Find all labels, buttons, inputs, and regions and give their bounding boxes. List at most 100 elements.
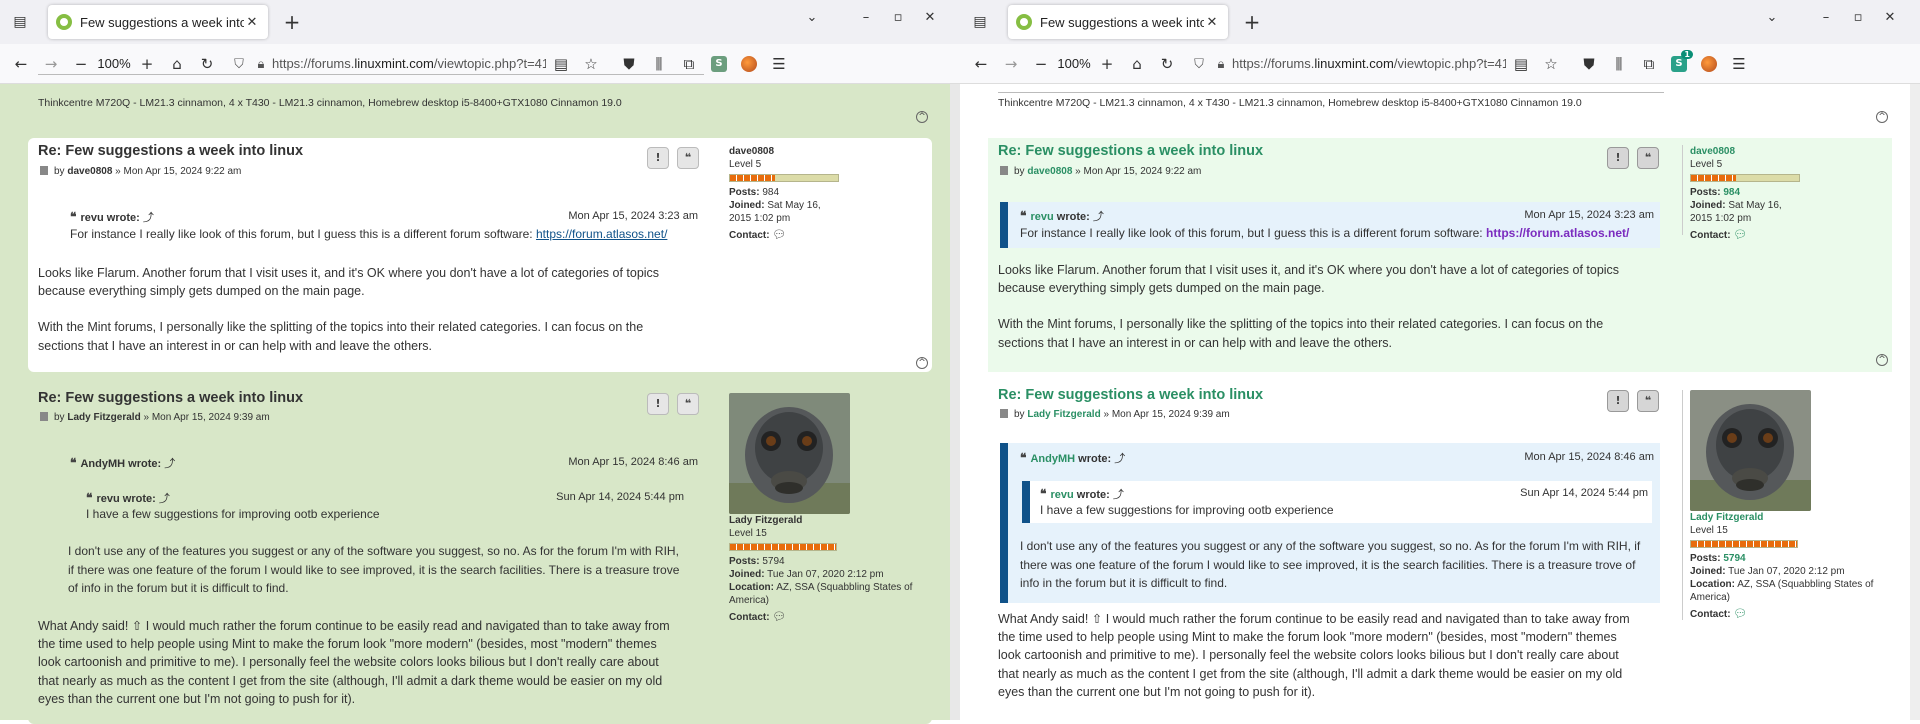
back-to-top-icon[interactable]: ^ xyxy=(1876,354,1888,366)
profile-username[interactable]: dave0808 xyxy=(1690,145,1800,158)
shield-icon[interactable]: ⛉ xyxy=(228,56,250,72)
report-button[interactable]: ! xyxy=(1607,390,1629,412)
post-byline: by Lady Fitzgerald » Mon Apr 15, 2024 9:… xyxy=(40,412,270,423)
tab-active[interactable]: Few suggestions a week into linux ✕ xyxy=(48,5,268,39)
quote-block: ❝ AndyMH wrote: ⤴ Mon Apr 15, 2024 8:46 a… xyxy=(68,456,698,595)
profile-divider xyxy=(1682,390,1683,620)
profile-username[interactable]: Lady Fitzgerald xyxy=(1690,511,1900,524)
back-to-top-icon[interactable]: ^ xyxy=(916,111,928,123)
quote-button[interactable]: ❝ xyxy=(1637,147,1659,169)
contact-chat-icon[interactable]: 💬︎ xyxy=(772,611,786,624)
tab-title: Few suggestions a week into linux xyxy=(1040,14,1204,30)
tab-close-icon[interactable]: ✕ xyxy=(1204,14,1220,30)
linuxmint-favicon-icon xyxy=(56,14,72,30)
report-button[interactable]: ! xyxy=(1607,147,1629,169)
quote-button[interactable]: ❝ xyxy=(1637,390,1659,412)
zoom-out-icon[interactable]: − xyxy=(1026,49,1056,79)
rank-bar xyxy=(729,174,839,182)
maximize-button[interactable]: ▫ xyxy=(882,10,914,25)
shield-icon[interactable]: ⛉ xyxy=(1188,56,1210,72)
close-window-button[interactable]: ✕ xyxy=(914,10,946,25)
post-title[interactable]: Re: Few suggestions a week into linux xyxy=(998,143,1263,159)
rank-fill xyxy=(1691,175,1737,181)
post-body: What Andy said! ⇧ I would much rather th… xyxy=(38,619,670,706)
menu-icon[interactable]: ☰ xyxy=(764,49,794,79)
nested-quote-block: ❝ revu wrote: ⤴ Sun Apr 14, 2024 5:44 pm … xyxy=(86,491,684,521)
back-to-top-icon[interactable]: ^ xyxy=(916,357,928,369)
author-profile: Lady Fitzgerald Level 15 Posts: 5794 Joi… xyxy=(729,514,939,624)
window-controls: ⌄ – ▫ ✕ xyxy=(796,10,946,25)
emu-avatar xyxy=(729,393,850,514)
url-bar[interactable]: ⛉ 🔒︎ https://forums. linuxmint.com/viewto… xyxy=(1188,48,1506,80)
chevron-down-icon[interactable]: ⌄ xyxy=(796,10,828,25)
home-icon[interactable]: ⌂ xyxy=(1122,49,1152,79)
nested-quote-block: ❝ revu wrote: ⤴ Sun Apr 14, 2024 5:44 pm … xyxy=(1022,481,1652,523)
tab-bar: ▤ Few suggestions a week into linux ✕ + … xyxy=(960,0,1920,44)
tab-list-icon[interactable]: ▤ xyxy=(962,4,998,40)
scrollbar-left[interactable] xyxy=(950,84,960,720)
menu-icon[interactable]: ☰ xyxy=(1724,49,1754,79)
profile-divider xyxy=(1682,145,1683,235)
zoom-level[interactable]: 100% xyxy=(96,56,132,71)
zoom-in-icon[interactable]: + xyxy=(1092,49,1122,79)
report-button[interactable]: ! xyxy=(647,147,669,169)
profile-username[interactable]: Lady Fitzgerald xyxy=(729,514,939,527)
tab-close-icon[interactable]: ✕ xyxy=(244,14,260,30)
lock-icon[interactable]: 🔒︎ xyxy=(250,56,272,72)
close-window-button[interactable]: ✕ xyxy=(1874,10,1906,25)
contact-chat-icon[interactable]: 💬︎ xyxy=(1733,608,1747,621)
rank-bar xyxy=(1690,174,1800,182)
atlasos-link[interactable]: https://forum.atlasos.net/ xyxy=(536,227,667,241)
minimize-button[interactable]: – xyxy=(1810,10,1842,25)
tab-title: Few suggestions a week into linux xyxy=(80,14,244,30)
tab-bar: ▤ Few suggestions a week into linux ✕ + … xyxy=(0,0,960,44)
quote-button[interactable]: ❝ xyxy=(677,147,699,169)
contact-chat-icon[interactable]: 💬︎ xyxy=(1733,229,1747,242)
profile-username[interactable]: dave0808 xyxy=(729,145,839,158)
back-to-top-icon[interactable]: ^ xyxy=(1876,111,1888,123)
contact-chat-icon[interactable]: 💬︎ xyxy=(772,229,786,242)
signature-divider xyxy=(38,74,704,75)
author-profile: dave0808 Level 5 Posts: 984 Joined: Sat … xyxy=(729,145,839,242)
tab-list-icon[interactable]: ▤ xyxy=(2,4,38,40)
post-byline: by dave0808 » Mon Apr 15, 2024 9:22 am xyxy=(40,166,241,177)
tab-active[interactable]: Few suggestions a week into linux ✕ xyxy=(1008,5,1228,39)
post-title[interactable]: Re: Few suggestions a week into linux xyxy=(998,387,1263,403)
post-body: Looks like Flarum. Another forum that I … xyxy=(38,266,660,353)
post-body: What Andy said! ⇧ I would much rather th… xyxy=(998,612,1630,699)
bookmark-star-icon[interactable]: ☆ xyxy=(1536,49,1566,79)
quote-block: ❝ revu wrote: ⤴ Mon Apr 15, 2024 3:23 am … xyxy=(70,210,698,241)
author-profile: dave0808 Level 5 Posts: 984 Joined: Sat … xyxy=(1690,145,1800,242)
extension-s-icon[interactable]: S xyxy=(704,49,734,79)
author-profile: Lady Fitzgerald Level 15 Posts: 5794 Joi… xyxy=(1690,511,1900,621)
atlasos-link[interactable]: https://forum.atlasos.net/ xyxy=(1486,226,1629,240)
reader-view-icon[interactable]: ▤ xyxy=(1506,49,1536,79)
report-button[interactable]: ! xyxy=(647,393,669,415)
library-icon[interactable]: ⫼ xyxy=(1604,49,1634,79)
back-icon[interactable]: ← xyxy=(966,49,996,79)
post-title[interactable]: Re: Few suggestions a week into linux xyxy=(38,143,303,159)
back-icon[interactable]: ← xyxy=(6,49,36,79)
window-controls: ⌄ – ▫ ✕ xyxy=(1756,10,1906,25)
minimize-button[interactable]: – xyxy=(850,10,882,25)
zoom-level[interactable]: 100% xyxy=(1056,56,1092,71)
quote-button[interactable]: ❝ xyxy=(677,393,699,415)
reload-icon[interactable]: ↻ xyxy=(1152,49,1182,79)
scrollbar-right[interactable] xyxy=(1910,84,1920,720)
chevron-down-icon[interactable]: ⌄ xyxy=(1756,10,1788,25)
extension-s-icon[interactable]: S1 xyxy=(1664,49,1694,79)
maximize-button[interactable]: ▫ xyxy=(1842,10,1874,25)
post-body: Looks like Flarum. Another forum that I … xyxy=(998,263,1620,350)
new-tab-button[interactable]: + xyxy=(280,10,304,34)
new-tab-button[interactable]: + xyxy=(1240,10,1264,34)
account-avatar-icon[interactable] xyxy=(1694,49,1724,79)
signature: Thinkcentre M720Q - LM21.3 cinnamon, 4 x… xyxy=(38,97,622,109)
pocket-icon[interactable]: ⛊ xyxy=(1574,49,1604,79)
forward-icon[interactable]: → xyxy=(996,49,1026,79)
lock-icon[interactable]: 🔒︎ xyxy=(1210,56,1232,72)
extension-badge: 1 xyxy=(1681,49,1693,59)
extensions-icon[interactable]: ⧉ xyxy=(1634,49,1664,79)
post-title[interactable]: Re: Few suggestions a week into linux xyxy=(38,390,303,406)
emu-avatar xyxy=(1690,390,1811,511)
account-avatar-icon[interactable] xyxy=(734,49,764,79)
